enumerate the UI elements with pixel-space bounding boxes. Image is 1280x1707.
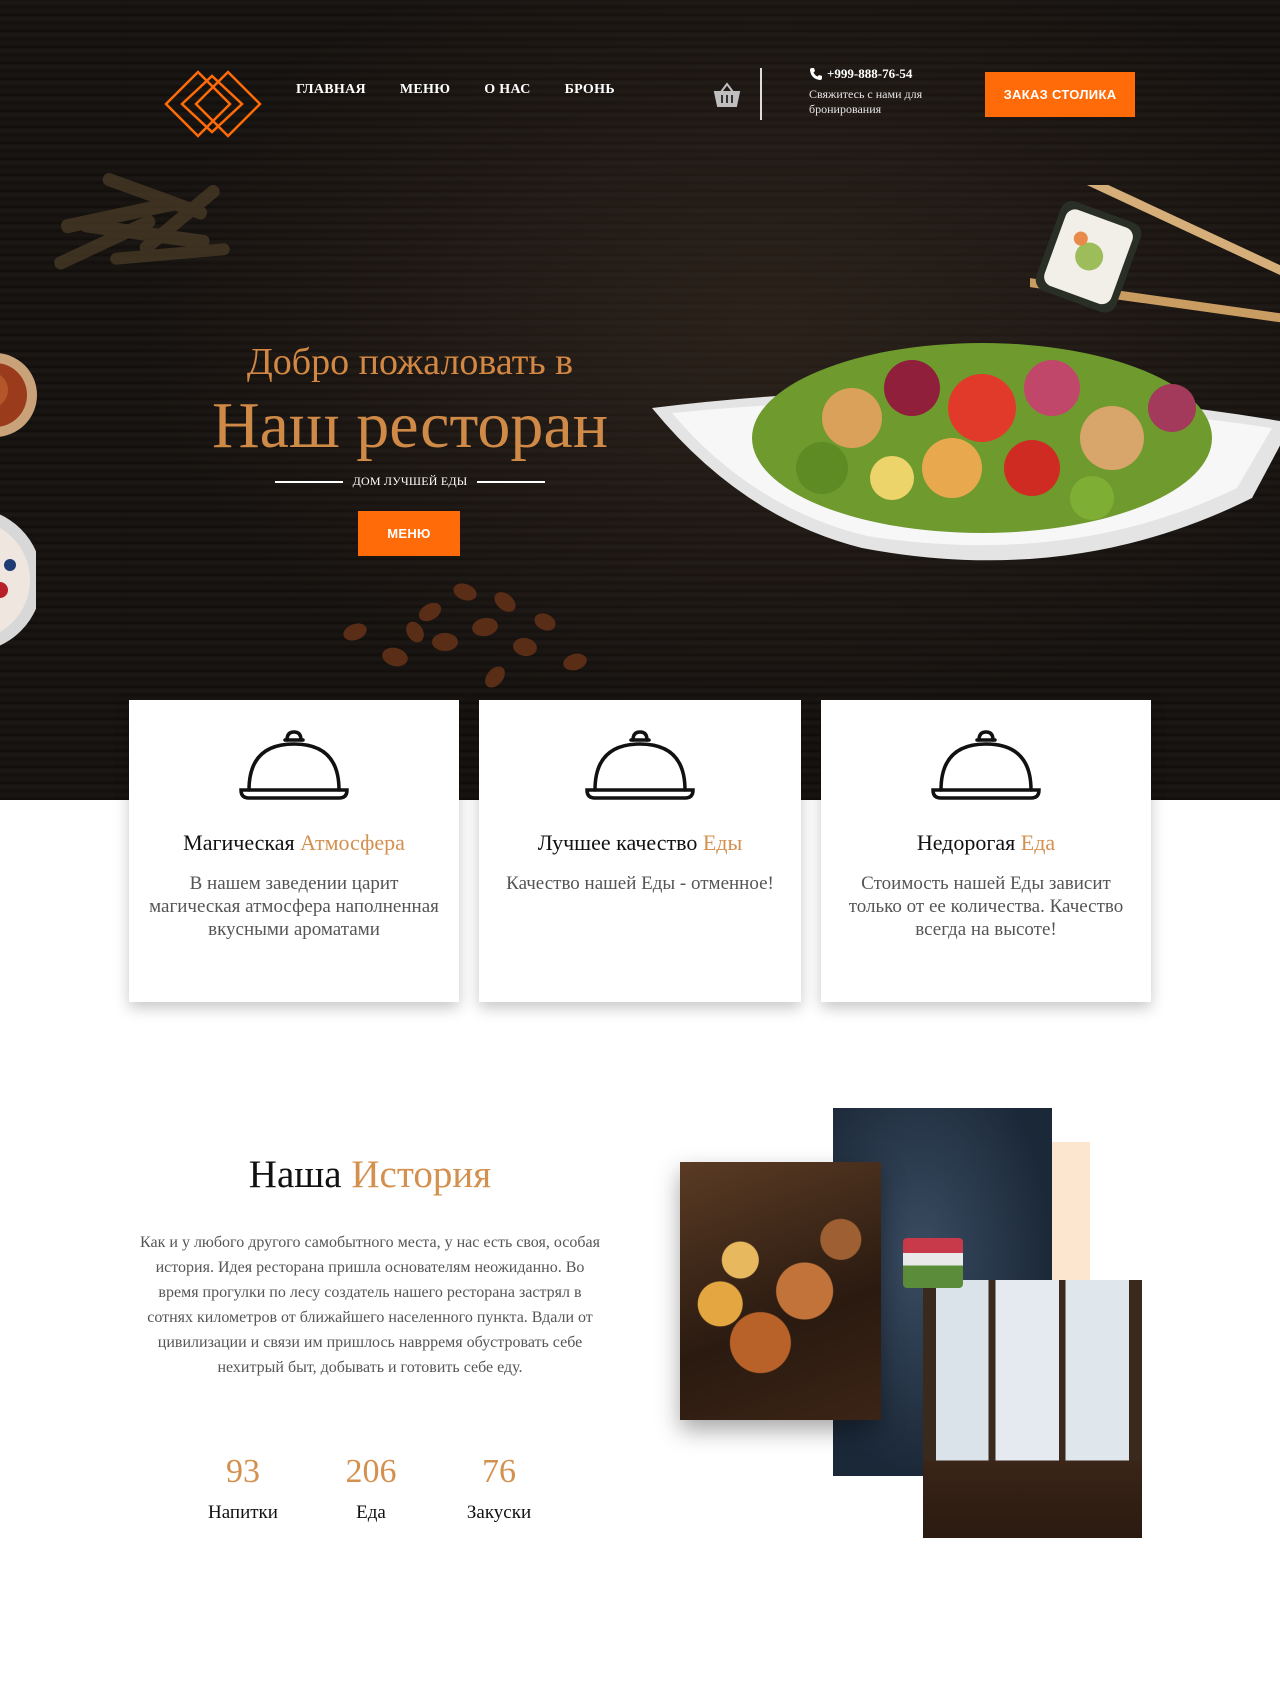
reserve-table-button[interactable]: ЗАКАЗ СТОЛИКА [985,72,1135,117]
stat-label: Еда [356,1502,386,1523]
contact-block: +999-888-76-54 Свяжитесь с нами для брон… [809,66,959,117]
collage-peach-block [1052,1142,1090,1282]
story-text: Как и у любого другого самобытного места… [140,1234,600,1376]
hero-tagline: ДОМ ЛУЧШЕЙ ЕДЫ [352,474,468,488]
salad-plate-image [652,343,1280,561]
berry-dish-image [0,514,36,646]
feature-card-atmosphere: Магическая Атмосфера В нашем заведении ц… [129,700,459,1002]
collage-interior-photo [923,1280,1142,1538]
stat-drinks: 93 Напитки [193,1452,293,1524]
tagline-line-left [275,480,343,483]
basket-icon[interactable] [713,82,741,108]
nav-item-menu[interactable]: МЕНЮ [400,82,450,98]
fries-image [54,173,230,270]
stat-label: Напитки [208,1502,278,1523]
stat-food: 206 Еда [321,1452,421,1524]
menu-button[interactable]: МЕНЮ [358,511,460,556]
hero-title: Наш ресторан [211,389,609,462]
spice-bowl-image [0,353,37,437]
nav-item-about[interactable]: О НАС [484,82,530,98]
feature-card-price: Недорогая Еда Стоимость нашей Еды зависи… [821,700,1151,1002]
feature-title: Лучшее качество Еды [537,830,743,855]
logo-icon[interactable] [164,68,262,140]
cloche-icon [931,730,1041,800]
tagline-line-right [477,480,545,483]
cloche-icon [239,730,349,800]
feature-title: Магическая Атмосфера [183,830,405,855]
feature-card-quality: Лучшее качество Еды Качество нашей Еды -… [479,700,801,1002]
main-nav: ГЛАВНАЯ МЕНЮ О НАС БРОНЬ [296,82,615,98]
hero-section: ГЛАВНАЯ МЕНЮ О НАС БРОНЬ +999-888-76-54 … [0,0,1280,800]
feature-text: В нашем заведении царит магическая атмос… [149,873,439,940]
story-title: Наша История [248,1153,492,1196]
stat-value: 76 [482,1453,516,1490]
nav-item-home[interactable]: ГЛАВНАЯ [296,82,366,98]
hero-welcome: Добро пожаловать в [246,341,574,383]
stat-value: 93 [226,1453,260,1490]
feature-text: Качество нашей Еды - отменное! [506,873,774,894]
cloche-icon [585,730,695,800]
phone-icon [810,68,822,80]
stat-label: Закуски [466,1502,532,1523]
collage-cake-photo [903,1238,963,1288]
coffee-beans-image [343,583,587,688]
header-divider [760,68,762,120]
feature-title: Недорогая Еда [916,830,1056,855]
stat-snacks: 76 Закуски [449,1452,549,1524]
contact-note: Свяжитесь с нами для бронирования [809,87,923,116]
hero-tagline-row: ДОМ ЛУЧШЕЙ ЕДЫ [275,474,545,489]
nav-item-booking[interactable]: БРОНЬ [565,82,615,98]
collage-food-photo [680,1162,881,1420]
feature-text: Стоимость нашей Еды зависит только от ее… [848,873,1124,940]
stat-value: 206 [345,1453,397,1490]
phone-number[interactable]: +999-888-76-54 [827,66,912,82]
sushi-chopsticks-image [1030,185,1280,328]
